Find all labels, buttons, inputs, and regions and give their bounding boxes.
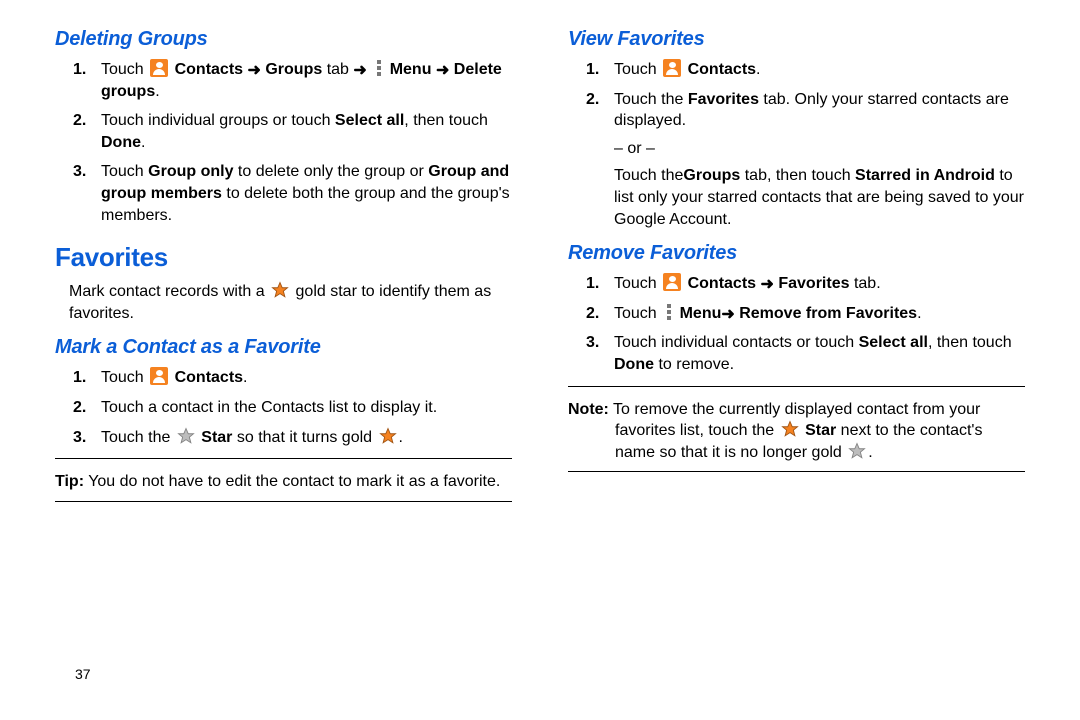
menu-icon bbox=[664, 304, 674, 320]
step-text: . bbox=[756, 61, 760, 78]
step-text: tab. bbox=[850, 275, 881, 292]
step-text: , then touch bbox=[404, 112, 488, 129]
list-item: Touch a contact in the Contacts list to … bbox=[101, 397, 512, 419]
list-item: Touch individual groups or touch Select … bbox=[101, 110, 512, 153]
list-item: Touch the Star so that it turns gold . bbox=[101, 427, 512, 449]
step-text: Touch bbox=[101, 369, 148, 386]
left-column: Deleting Groups Touch Contacts ➜ Groups … bbox=[55, 24, 512, 514]
step-text: , then touch bbox=[928, 334, 1012, 351]
group-only-label: Group only bbox=[148, 163, 233, 180]
heading-view-favorites: View Favorites bbox=[568, 26, 1025, 53]
list-item: Touch the Favorites tab. Only your starr… bbox=[614, 89, 1025, 231]
heading-mark-favorite: Mark a Contact as a Favorite bbox=[55, 334, 512, 361]
page-number: 37 bbox=[75, 665, 91, 684]
groups-label: Groups bbox=[683, 167, 740, 184]
arrow-icon: ➜ bbox=[761, 274, 774, 296]
arrow-icon: ➜ bbox=[436, 60, 449, 82]
arrow-icon: ➜ bbox=[721, 304, 734, 326]
intro-text: Mark contact records with a bbox=[69, 283, 269, 300]
star-label: Star bbox=[805, 422, 836, 439]
heading-remove-favorites: Remove Favorites bbox=[568, 240, 1025, 267]
deleting-groups-steps: Touch Contacts ➜ Groups tab ➜ Menu ➜ Del… bbox=[55, 59, 512, 226]
step-text: . bbox=[399, 429, 403, 446]
step-text: Touch individual contacts or touch bbox=[614, 334, 859, 351]
divider bbox=[55, 458, 512, 459]
menu-label: Menu bbox=[680, 305, 722, 322]
heading-deleting-groups: Deleting Groups bbox=[55, 26, 512, 53]
contacts-label: Contacts bbox=[688, 275, 756, 292]
star-gold-icon bbox=[271, 281, 289, 299]
tip-label: Tip: bbox=[55, 473, 84, 490]
step-text: Touch the bbox=[101, 429, 175, 446]
list-item: Touch Group only to delete only the grou… bbox=[101, 161, 512, 226]
step-text: Touch bbox=[614, 305, 661, 322]
star-grey-icon bbox=[848, 442, 866, 460]
contacts-label: Contacts bbox=[175, 369, 243, 386]
tip-block: Tip: You do not have to edit the contact… bbox=[55, 471, 512, 493]
step-text: to remove. bbox=[654, 356, 734, 373]
note-label: Note: bbox=[568, 401, 609, 418]
step-text: . bbox=[141, 134, 145, 151]
divider bbox=[568, 471, 1025, 472]
view-favorites-steps: Touch Contacts. Touch the Favorites tab.… bbox=[568, 59, 1025, 230]
step-text: Touch bbox=[614, 61, 661, 78]
alt-text: Touch theGroups tab, then touch Starred … bbox=[614, 165, 1025, 230]
star-gold-icon bbox=[781, 420, 799, 438]
step-text: . bbox=[155, 83, 159, 100]
step-text: Touch bbox=[101, 163, 148, 180]
mark-favorite-steps: Touch Contacts. Touch a contact in the C… bbox=[55, 367, 512, 448]
contacts-icon bbox=[150, 59, 168, 77]
remove-label: Remove from Favorites bbox=[735, 305, 917, 322]
step-text: Touch the bbox=[614, 91, 688, 108]
contacts-icon bbox=[663, 59, 681, 77]
step-text: Touch bbox=[614, 275, 661, 292]
star-gold-icon bbox=[379, 427, 397, 445]
list-item: Touch Contacts ➜ Favorites tab. bbox=[614, 273, 1025, 295]
arrow-icon: ➜ bbox=[353, 60, 366, 82]
list-item: Touch Menu➜ Remove from Favorites. bbox=[614, 303, 1025, 325]
remove-favorites-steps: Touch Contacts ➜ Favorites tab. Touch Me… bbox=[568, 273, 1025, 375]
select-all-label: Select all bbox=[335, 112, 404, 129]
step-text: Touch bbox=[101, 61, 148, 78]
step-text: . bbox=[243, 369, 247, 386]
step-text: Touch the bbox=[614, 167, 683, 184]
list-item: Touch Contacts ➜ Groups tab ➜ Menu ➜ Del… bbox=[101, 59, 512, 102]
step-text: so that it turns gold bbox=[237, 429, 377, 446]
done-label: Done bbox=[101, 134, 141, 151]
step-text: . bbox=[917, 305, 921, 322]
favorites-intro: Mark contact records with a gold star to… bbox=[69, 281, 512, 324]
right-column: View Favorites Touch Contacts. Touch the… bbox=[568, 24, 1025, 514]
divider bbox=[55, 501, 512, 502]
step-text: tab, then touch bbox=[740, 167, 855, 184]
star-label: Star bbox=[201, 429, 232, 446]
arrow-icon: ➜ bbox=[248, 60, 261, 82]
tip-text: You do not have to edit the contact to m… bbox=[84, 473, 500, 490]
contacts-label: Contacts bbox=[688, 61, 756, 78]
groups-label: Groups bbox=[265, 61, 322, 78]
contacts-icon bbox=[150, 367, 168, 385]
contacts-icon bbox=[663, 273, 681, 291]
note-text: . bbox=[868, 444, 872, 461]
step-text: tab bbox=[327, 61, 354, 78]
heading-favorites: Favorites bbox=[55, 240, 512, 275]
star-grey-icon bbox=[177, 427, 195, 445]
select-all-label: Select all bbox=[859, 334, 928, 351]
favorites-label: Favorites bbox=[778, 275, 849, 292]
or-separator: – or – bbox=[614, 138, 1025, 160]
menu-icon bbox=[374, 60, 384, 76]
divider bbox=[568, 386, 1025, 387]
list-item: Touch individual contacts or touch Selec… bbox=[614, 332, 1025, 375]
step-text: to delete only the group or bbox=[233, 163, 428, 180]
step-text: Touch individual groups or touch bbox=[101, 112, 335, 129]
menu-label: Menu bbox=[390, 61, 432, 78]
contacts-label: Contacts bbox=[175, 61, 243, 78]
list-item: Touch Contacts. bbox=[614, 59, 1025, 81]
starred-label: Starred in Android bbox=[855, 167, 995, 184]
favorites-label: Favorites bbox=[688, 91, 759, 108]
list-item: Touch Contacts. bbox=[101, 367, 512, 389]
done-label: Done bbox=[614, 356, 654, 373]
note-block: Note: To remove the currently displayed … bbox=[568, 399, 1025, 464]
